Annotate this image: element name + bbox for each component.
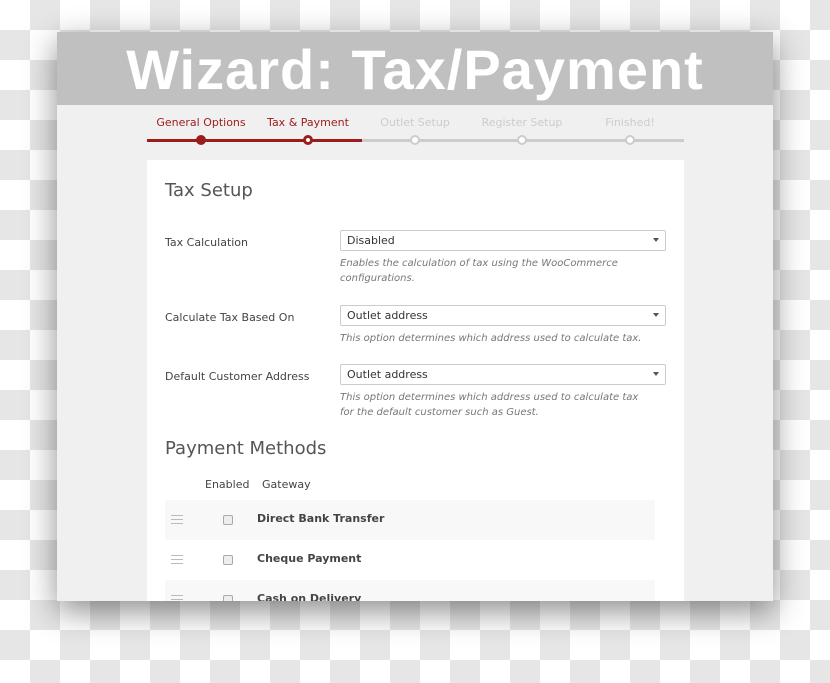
payment-methods-heading: Payment Methods [165, 438, 327, 459]
select-value: Outlet address [347, 309, 428, 322]
step-register-setup: Register Setup [481, 116, 563, 129]
help-text: This option determines which address use… [340, 333, 642, 344]
field-label: Tax Calculation [165, 236, 249, 249]
tax-setup-heading: Tax Setup [165, 180, 253, 201]
step-dot [410, 135, 420, 145]
step-outlet-setup: Outlet Setup [380, 116, 450, 129]
drag-handle-icon[interactable] [171, 555, 183, 564]
default-customer-address-select[interactable]: Outlet address [340, 364, 666, 385]
field-label: Default Customer Address [165, 370, 310, 383]
step-finished: Finished! [605, 116, 655, 129]
step-general-options[interactable]: General Options [146, 116, 256, 129]
enabled-checkbox[interactable] [223, 595, 233, 601]
tax-calculation-select[interactable]: Disabled [340, 230, 666, 251]
step-dot [625, 135, 635, 145]
enabled-checkbox[interactable] [223, 515, 233, 525]
window-title: Wizard: Tax/Payment [57, 32, 773, 105]
select-value: Disabled [347, 234, 395, 247]
step-dot [303, 135, 313, 145]
chevron-down-icon [653, 238, 659, 245]
step-dot [196, 135, 206, 145]
gateway-name[interactable]: Direct Bank Transfer [257, 512, 384, 525]
help-text: Enables the calculation of tax using the… [340, 258, 618, 284]
drag-handle-icon[interactable] [171, 595, 183, 601]
gateway-row: Direct Bank Transfer [165, 500, 655, 540]
gateway-name[interactable]: Cheque Payment [257, 552, 361, 565]
gateway-name[interactable]: Cash on Delivery [257, 592, 361, 601]
chevron-down-icon [653, 372, 659, 379]
enabled-checkbox[interactable] [223, 555, 233, 565]
column-enabled: Enabled [205, 478, 250, 491]
step-dot [517, 135, 527, 145]
drag-handle-icon[interactable] [171, 515, 183, 524]
field-label: Calculate Tax Based On [165, 311, 295, 324]
progress-steps: General Options Tax & Payment Outlet Set… [147, 116, 684, 146]
help-text: This option determines which address use… [340, 392, 639, 418]
progress-line-done [147, 139, 362, 142]
select-value: Outlet address [347, 368, 428, 381]
settings-card: Tax Setup Tax Calculation Disabled Enabl… [147, 160, 684, 601]
step-tax-payment[interactable]: Tax & Payment [253, 116, 363, 129]
chevron-down-icon [653, 313, 659, 320]
tax-based-on-select[interactable]: Outlet address [340, 305, 666, 326]
wizard-window: Wizard: Tax/Payment General Options Tax … [57, 32, 773, 601]
gateway-row: Cash on Delivery [165, 580, 655, 601]
column-gateway: Gateway [262, 478, 311, 491]
gateway-row: Cheque Payment [165, 540, 655, 580]
